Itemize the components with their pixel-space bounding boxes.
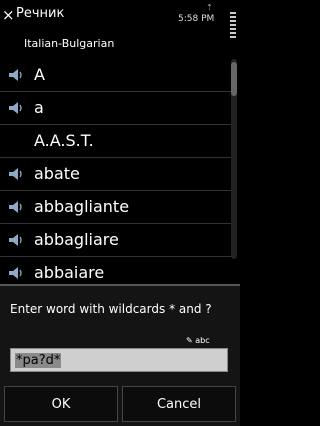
input-value: *pa?d*: [15, 353, 62, 368]
dialog-prompt: Enter word with wildcards * and ?: [10, 302, 212, 316]
speaker-icon[interactable]: [8, 68, 24, 82]
pen-icon: ✎: [186, 336, 196, 345]
word-label: A: [34, 65, 45, 84]
speaker-icon[interactable]: [8, 233, 24, 247]
speaker-icon[interactable]: [8, 200, 24, 214]
speaker-icon[interactable]: [8, 167, 24, 181]
speaker-icon[interactable]: [8, 266, 24, 280]
word-list: A a A.A.S.T. abate abbagliante abbagliar…: [0, 59, 232, 290]
scrollbar-thumb[interactable]: [231, 62, 237, 96]
ok-button[interactable]: OK: [4, 386, 118, 422]
speaker-icon[interactable]: [8, 101, 24, 115]
word-label: abbagliare: [34, 230, 119, 249]
close-icon[interactable]: ×: [2, 5, 15, 25]
list-item[interactable]: abate: [0, 158, 232, 191]
list-item[interactable]: abbagliare: [0, 224, 232, 257]
wildcard-dialog: Enter word with wildcards * and ? ✎ abc …: [0, 284, 240, 426]
list-item[interactable]: a: [0, 92, 232, 125]
signal-icon: ⇡: [206, 3, 213, 12]
clock: 5:58 PM: [178, 14, 215, 24]
dictionary-subtitle: Italian-Bulgarian: [24, 37, 115, 50]
input-mode-indicator: ✎ abc: [186, 336, 210, 345]
list-item[interactable]: abbagliante: [0, 191, 232, 224]
word-label: abate: [34, 164, 80, 183]
word-label: abbagliante: [34, 197, 130, 216]
status-bar: × Речник ⇡ 5:58 PM Italian-Bulgarian: [0, 0, 240, 50]
cancel-button[interactable]: Cancel: [122, 386, 236, 422]
word-label: A.A.S.T.: [34, 131, 94, 150]
list-item[interactable]: A: [0, 59, 232, 92]
battery-icon: [230, 12, 236, 40]
word-label: abbaiare: [34, 263, 105, 282]
wildcard-input[interactable]: *pa?d*: [10, 348, 228, 372]
word-label: a: [34, 98, 44, 117]
list-item[interactable]: A.A.S.T.: [0, 125, 232, 158]
app-title: Речник: [16, 6, 65, 21]
